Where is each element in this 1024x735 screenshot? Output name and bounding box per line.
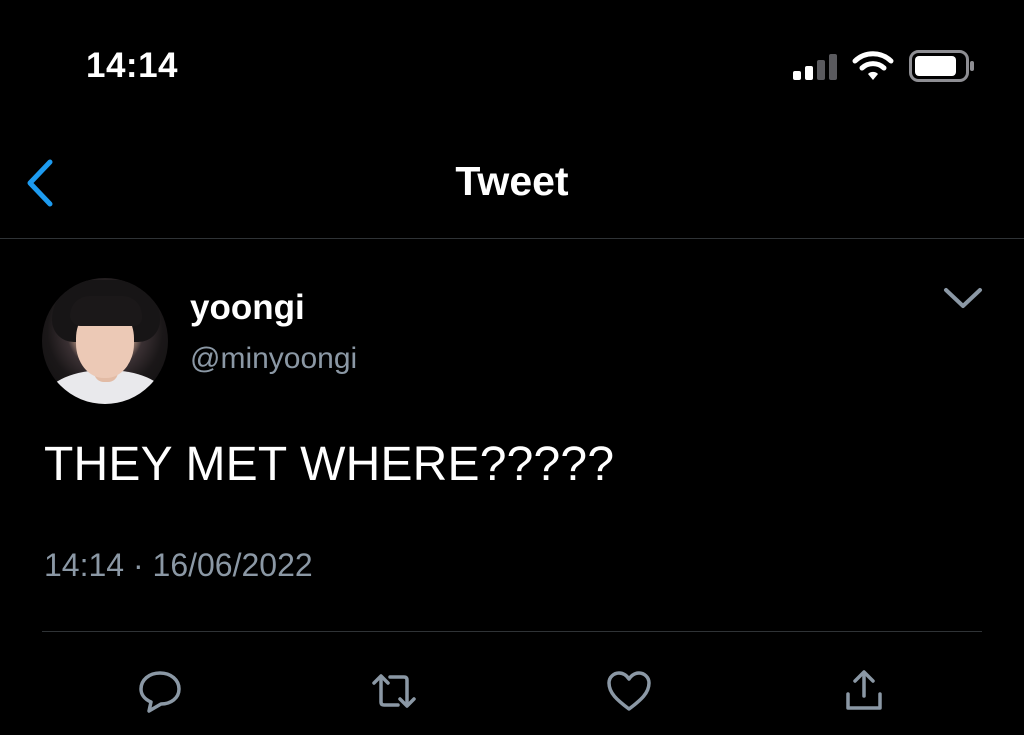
share-icon [846,670,882,710]
reply-icon [139,671,181,713]
share-button[interactable] [840,668,888,714]
tweet-date: 16/06/2022 [152,547,313,583]
retweet-button[interactable] [370,668,418,714]
wifi-icon [852,51,894,80]
tweet-time: 14:14 [44,547,125,583]
tweet-text: THEY MET WHERE????? [44,438,615,491]
reply-button[interactable] [136,668,184,714]
heart-icon [607,671,651,711]
status-time: 14:14 [86,46,179,85]
chevron-down-icon[interactable] [942,284,984,314]
content-divider [42,631,982,632]
retweet-icon [372,674,416,708]
like-button[interactable] [605,668,653,714]
author-display-name[interactable]: yoongi [190,288,305,328]
battery-icon [909,50,974,82]
header-divider [0,238,1024,239]
author-handle[interactable]: @minyoongi [190,342,357,376]
cellular-signal-icon [793,54,837,80]
tweet-timestamp: 14:14 · 16/06/2022 [44,547,313,584]
avatar[interactable] [42,278,168,404]
timestamp-separator: · [132,547,144,583]
page-title: Tweet [455,158,569,204]
